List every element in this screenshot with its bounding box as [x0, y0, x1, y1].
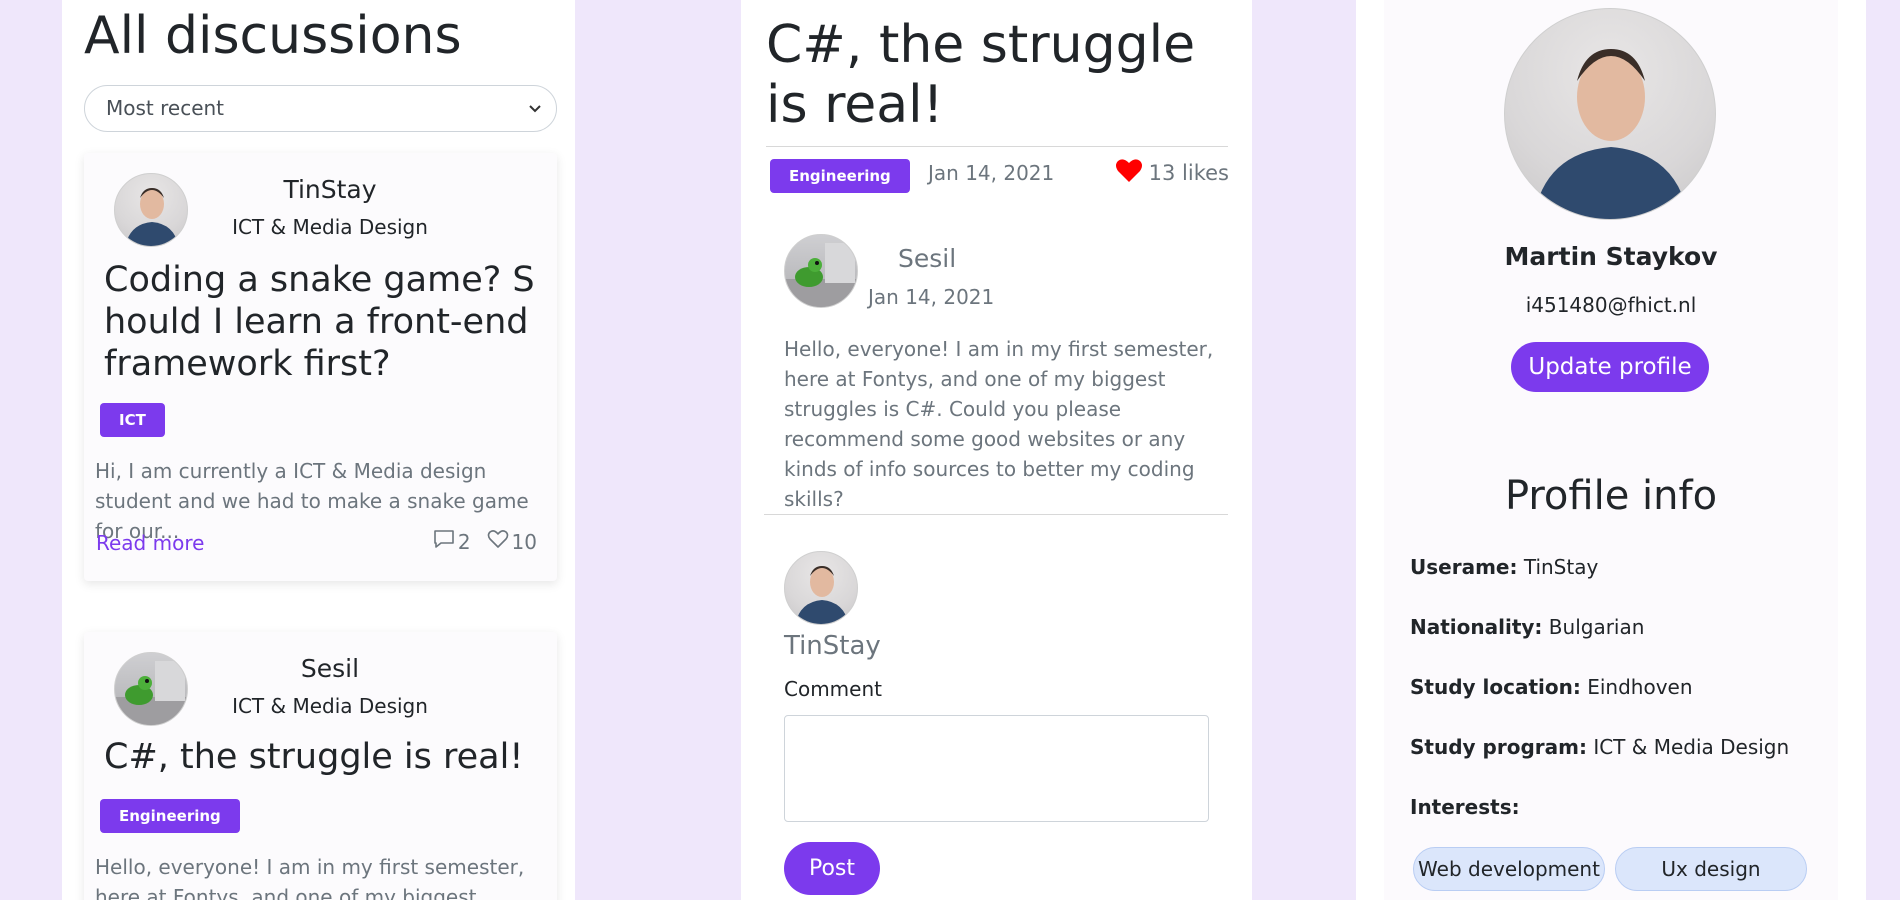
post-date: Jan 14, 2021 [928, 161, 1055, 185]
like-button[interactable]: 13 likes [1115, 158, 1229, 188]
card-excerpt: Hello, everyone! I am in my first semest… [95, 855, 525, 900]
category-tag[interactable]: ICT [100, 403, 165, 437]
card-stats: 2 10 [433, 529, 537, 554]
heart-icon [1115, 158, 1143, 188]
field-label: Nationality: [1410, 615, 1543, 639]
profile-field-username: Userame: TinStay [1410, 555, 1598, 579]
field-label: Study program: [1410, 735, 1587, 759]
profile-field-study-program: Study program: ICT & Media Design [1410, 735, 1789, 759]
discussions-heading: All discussions [84, 6, 462, 66]
card-program: ICT & Media Design [232, 215, 428, 239]
field-label: Interests: [1410, 795, 1520, 819]
field-value: Eindhoven [1587, 675, 1693, 699]
interest-chip: Web development [1413, 847, 1605, 891]
comment-label: Comment [784, 677, 882, 701]
likes-count: 13 likes [1148, 161, 1229, 185]
comment-textarea[interactable] [784, 715, 1209, 822]
profile-panel: Martin Staykov i451480@fhict.nl Update p… [1384, 0, 1838, 900]
read-more-link[interactable]: Read more [96, 531, 204, 555]
like-count-value: 10 [511, 529, 537, 554]
card-username: TinStay [283, 175, 377, 204]
category-tag[interactable]: Engineering [770, 159, 910, 193]
profile-field-nationality: Nationality: Bulgarian [1410, 615, 1644, 639]
discussion-card[interactable]: Sesil ICT & Media Design C#, the struggl… [84, 632, 557, 900]
profile-field-study-location: Study location: Eindhoven [1410, 675, 1693, 699]
post-body: Hello, everyone! I am in my first semest… [784, 337, 1214, 511]
profile-field-interests: Interests: [1410, 795, 1520, 819]
chevron-down-icon [528, 86, 542, 148]
author-date: Jan 14, 2021 [868, 285, 995, 309]
field-value: TinStay [1523, 555, 1599, 579]
current-user-avatar [784, 551, 858, 625]
author-name: Sesil [898, 244, 957, 273]
profile-name: Martin Staykov [1504, 242, 1718, 271]
comment-count[interactable]: 2 [433, 529, 471, 554]
profile-email: i451480@fhict.nl [1525, 293, 1697, 317]
divider [766, 146, 1228, 147]
card-username: Sesil [300, 654, 360, 683]
field-value: Bulgarian [1548, 615, 1645, 639]
interest-chip: Ux design [1615, 847, 1807, 891]
profile-avatar [1504, 8, 1716, 220]
card-program: ICT & Media Design [232, 694, 428, 718]
comment-icon [433, 529, 455, 554]
post-title: C#, the struggle is real! [766, 15, 1196, 135]
discussion-card[interactable]: TinStay ICT & Media Design Coding a snak… [84, 153, 557, 581]
card-title[interactable]: Coding a snake game? Should I learn a fr… [104, 259, 544, 385]
divider [764, 514, 1228, 515]
interests-list: Web development Ux design [1413, 847, 1807, 891]
comment-count-value: 2 [457, 529, 471, 554]
card-title[interactable]: C#, the struggle is real! [104, 736, 544, 778]
sort-select-value: Most recent [106, 96, 225, 120]
avatar [114, 652, 188, 726]
discussion-detail: C#, the struggle is real! Engineering Ja… [741, 0, 1252, 900]
sort-select[interactable]: Most recent [84, 85, 557, 132]
discussions-column: All discussions Most recent TinStay ICT … [62, 0, 575, 900]
update-profile-button[interactable]: Update profile [1511, 342, 1709, 392]
category-tag[interactable]: Engineering [100, 799, 240, 833]
field-value: ICT & Media Design [1593, 735, 1790, 759]
like-count[interactable]: 10 [487, 529, 537, 554]
post-button[interactable]: Post [784, 842, 880, 895]
field-label: Study location: [1410, 675, 1581, 699]
avatar [114, 173, 188, 247]
current-user-name: TinStay [784, 631, 881, 661]
profile-info-heading: Profile info [1504, 473, 1718, 519]
heart-outline-icon [487, 529, 509, 554]
author-avatar [784, 234, 858, 308]
field-label: Userame: [1410, 555, 1518, 579]
